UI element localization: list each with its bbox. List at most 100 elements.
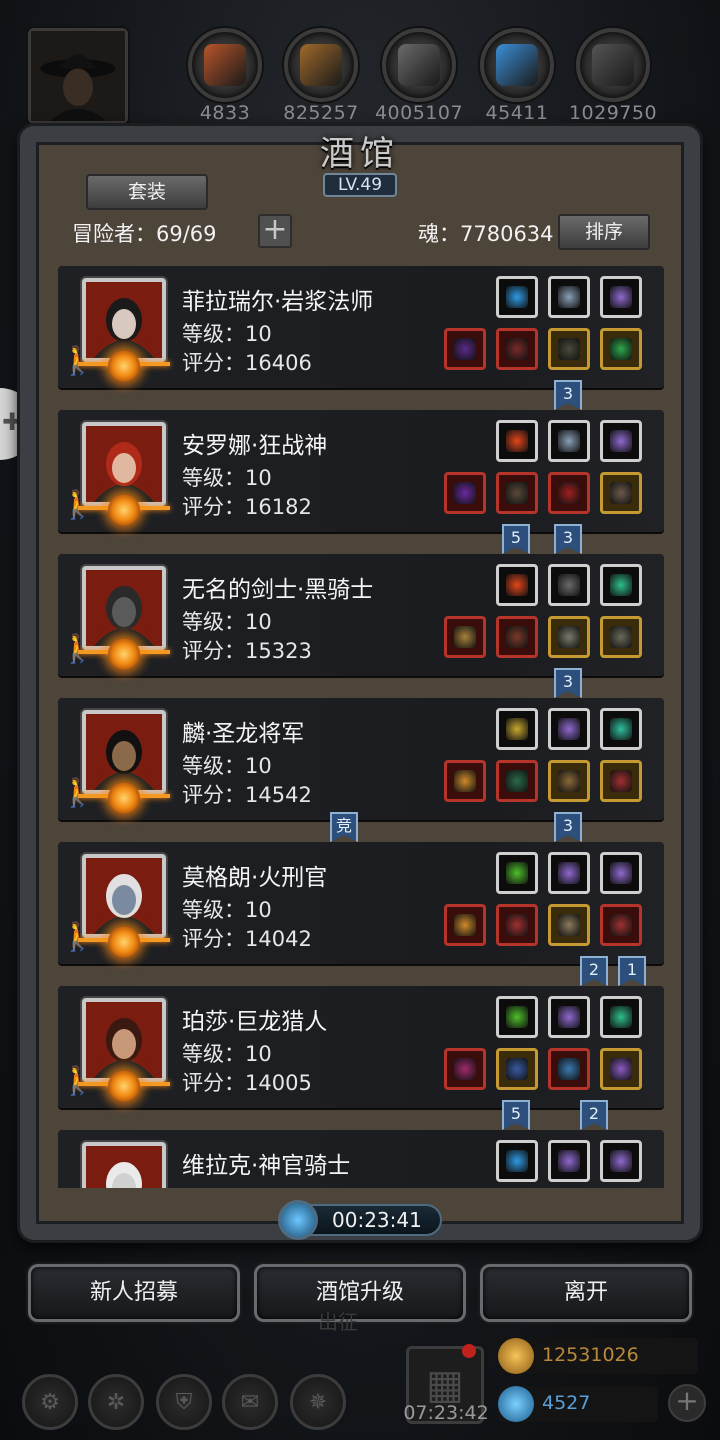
equip-slot[interactable] bbox=[600, 996, 642, 1038]
equip-slot[interactable] bbox=[600, 472, 642, 514]
shield-icon bbox=[610, 626, 632, 648]
crystal-icon bbox=[610, 286, 632, 308]
hero-card[interactable]: 🚶 无名的剑士·黑骑士 等级：10 评分：15323 bbox=[58, 554, 664, 676]
equip-slot[interactable] bbox=[600, 852, 642, 894]
staff-icon bbox=[454, 338, 476, 360]
menu-guild-button[interactable]: ✵ bbox=[290, 1374, 346, 1430]
equip-slot[interactable] bbox=[600, 904, 642, 946]
equip-slot[interactable] bbox=[496, 472, 538, 514]
hero-card[interactable]: 🚶 莫格朗·火刑官 等级：10 评分：14042 bbox=[58, 842, 664, 964]
equip-slot[interactable] bbox=[496, 996, 538, 1038]
enhance-ribbon: 1 bbox=[618, 956, 646, 986]
equip-slot[interactable] bbox=[548, 904, 590, 946]
rank-badge-icon bbox=[108, 638, 140, 670]
leave-button[interactable]: 离开 bbox=[480, 1264, 692, 1322]
equip-slot[interactable] bbox=[600, 1048, 642, 1090]
equip-slot[interactable] bbox=[496, 420, 538, 462]
equip-slot[interactable] bbox=[444, 1048, 486, 1090]
resource-iron-icon[interactable] bbox=[382, 28, 456, 102]
resource-iron-value: 4005107 bbox=[374, 102, 464, 124]
equip-slot[interactable] bbox=[496, 276, 538, 318]
equip-slot[interactable] bbox=[548, 1048, 590, 1090]
equip-slot[interactable] bbox=[496, 760, 538, 802]
equip-slot[interactable] bbox=[496, 852, 538, 894]
add-adventurer-button[interactable]: + bbox=[258, 214, 292, 248]
set-button[interactable]: 套装 bbox=[86, 174, 208, 210]
equip-slot[interactable] bbox=[600, 564, 642, 606]
equip-slot[interactable] bbox=[600, 276, 642, 318]
equip-slot[interactable] bbox=[600, 1140, 642, 1182]
equip-slot[interactable] bbox=[444, 904, 486, 946]
equip-slot[interactable] bbox=[496, 904, 538, 946]
notification-dot bbox=[462, 1344, 476, 1358]
sort-button[interactable]: 排序 bbox=[558, 214, 650, 250]
player-avatar[interactable] bbox=[28, 28, 128, 124]
equip-slot[interactable] bbox=[548, 1140, 590, 1182]
amulet-icon bbox=[558, 770, 580, 792]
gear-icon: ⚙ bbox=[40, 1389, 60, 1415]
guild-icon: ✵ bbox=[308, 1389, 328, 1415]
hero-list[interactable]: 🚶 菲拉瑞尔·岩浆法师 等级：10 评分：16406 3 🚶 安罗娜·狂战神 等级：10 评分：… bbox=[58, 266, 664, 1188]
equip-slot[interactable] bbox=[548, 472, 590, 514]
recruit-button[interactable]: 新人招募 bbox=[28, 1264, 240, 1322]
rank-badge-icon bbox=[108, 350, 140, 382]
equip-slot[interactable] bbox=[548, 328, 590, 370]
add-currency-button[interactable]: + bbox=[668, 1384, 706, 1422]
equip-slot[interactable] bbox=[548, 276, 590, 318]
equip-slot[interactable] bbox=[444, 616, 486, 658]
equip-slot[interactable] bbox=[600, 328, 642, 370]
hero-card[interactable]: 🚶维拉克·神官骑士 bbox=[58, 1130, 664, 1188]
hero-card[interactable]: 🚶 麟·圣龙将军 等级：10 评分：14542 bbox=[58, 698, 664, 820]
gift-timer: 07:23:42 bbox=[403, 1402, 489, 1424]
menu-mail-button[interactable]: ✉ bbox=[222, 1374, 278, 1430]
panel-title: 酒馆 bbox=[320, 134, 400, 174]
refresh-timer: 00:23:41 bbox=[332, 1208, 422, 1232]
gem-value: 4527 bbox=[542, 1392, 591, 1414]
amulet-icon bbox=[610, 482, 632, 504]
equip-slot[interactable] bbox=[444, 328, 486, 370]
equip-slot[interactable] bbox=[496, 1140, 538, 1182]
equip-slot[interactable] bbox=[548, 708, 590, 750]
compass-icon: ✲ bbox=[106, 1389, 126, 1415]
equip-slot[interactable] bbox=[548, 852, 590, 894]
equip-slot[interactable] bbox=[600, 760, 642, 802]
enhance-ribbon: 5 bbox=[502, 1100, 530, 1130]
equip-slot[interactable] bbox=[548, 616, 590, 658]
equip-slot[interactable] bbox=[444, 472, 486, 514]
menu-compass-button[interactable]: ✲ bbox=[88, 1374, 144, 1430]
equip-slot[interactable] bbox=[548, 760, 590, 802]
hero-card[interactable]: 🚶 菲拉瑞尔·岩浆法师 等级：10 评分：16406 bbox=[58, 266, 664, 388]
equip-slot[interactable] bbox=[496, 564, 538, 606]
equip-slot[interactable] bbox=[548, 564, 590, 606]
equip-slot[interactable] bbox=[496, 1048, 538, 1090]
resource-meat-icon[interactable] bbox=[188, 28, 262, 102]
shield-icon: ⛨ bbox=[175, 1389, 193, 1415]
menu-shield-button[interactable]: ⛨ bbox=[156, 1374, 212, 1430]
hero-card[interactable]: 🚶 安罗娜·狂战神 等级：10 评分：16182 bbox=[58, 410, 664, 532]
equip-slot[interactable] bbox=[496, 328, 538, 370]
equip-slot[interactable] bbox=[444, 760, 486, 802]
hero-card[interactable]: 🚶 珀莎·巨龙猎人 等级：10 评分：14005 bbox=[58, 986, 664, 1108]
resource-meat-value: 4833 bbox=[199, 102, 251, 124]
crystal-icon bbox=[558, 718, 580, 740]
equip-slot[interactable] bbox=[548, 420, 590, 462]
equip-slot[interactable] bbox=[600, 708, 642, 750]
equip-slot[interactable] bbox=[600, 616, 642, 658]
enhance-ribbon: 竞 bbox=[330, 812, 358, 842]
equip-slot[interactable] bbox=[496, 616, 538, 658]
resource-wood-icon[interactable] bbox=[284, 28, 358, 102]
gold-row: 12531026 bbox=[498, 1338, 698, 1374]
equip-slot[interactable] bbox=[496, 708, 538, 750]
equip-slot[interactable] bbox=[600, 420, 642, 462]
equip-slot[interactable] bbox=[548, 996, 590, 1038]
resource-crystal-icon[interactable] bbox=[480, 28, 554, 102]
upgrade-tavern-button[interactable]: 酒馆升级 bbox=[254, 1264, 466, 1322]
hero-portrait[interactable] bbox=[82, 1142, 166, 1188]
menu-gear-button[interactable]: ⚙ bbox=[22, 1374, 78, 1430]
gem-icon bbox=[610, 338, 632, 360]
hammer-icon bbox=[454, 914, 476, 936]
gold-value: 12531026 bbox=[542, 1344, 639, 1366]
rank-badge-icon bbox=[108, 1070, 140, 1102]
resource-stone-icon[interactable] bbox=[576, 28, 650, 102]
stone-icon bbox=[610, 574, 632, 596]
